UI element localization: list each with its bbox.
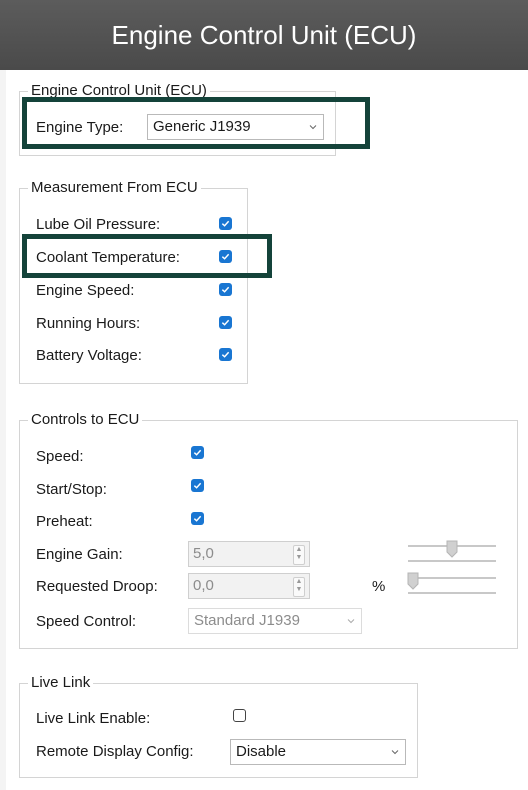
spin-up-icon[interactable]: ▲ <box>294 578 304 586</box>
remote-display-select[interactable]: Disable <box>230 739 406 765</box>
engine-gain-input[interactable]: 5,0 ▲ ▼ <box>188 541 310 567</box>
livelink-enable-checkbox[interactable] <box>233 709 246 722</box>
engine-gain-value: 5,0 <box>193 545 214 562</box>
check-icon <box>193 482 202 489</box>
engine-speed-checkbox[interactable] <box>219 283 232 296</box>
requested-droop-label: Requested Droop: <box>36 578 158 595</box>
check-icon <box>193 449 202 456</box>
engine-gain-spinner[interactable]: ▲ ▼ <box>293 545 305 565</box>
measurement-label-battery-voltage: Battery Voltage: <box>36 347 142 364</box>
speed-label: Speed: <box>36 448 84 465</box>
requested-droop-spinner[interactable]: ▲ ▼ <box>293 577 305 597</box>
requested-droop-slider-thumb <box>407 572 419 590</box>
battery-voltage-checkbox[interactable] <box>219 348 232 361</box>
window-title: Engine Control Unit (ECU) <box>111 19 417 50</box>
remote-display-value: Disable <box>236 743 287 760</box>
preheat-label: Preheat: <box>36 513 93 530</box>
speed-checkbox[interactable] <box>191 446 204 459</box>
preheat-checkbox[interactable] <box>191 512 204 525</box>
livelink-group-legend: Live Link <box>28 674 94 692</box>
speed-control-select[interactable]: Standard J1939 <box>188 608 362 634</box>
engine-gain-slider-thumb <box>446 540 458 558</box>
chevron-down-icon <box>347 619 355 624</box>
check-icon <box>221 319 230 326</box>
check-icon <box>221 351 230 358</box>
lube-oil-pressure-checkbox[interactable] <box>219 217 232 230</box>
coolant-temperature-highlight <box>22 234 272 278</box>
spin-down-icon[interactable]: ▼ <box>294 554 304 562</box>
speed-control-label: Speed Control: <box>36 613 137 630</box>
measurement-label-running-hours: Running Hours: <box>36 315 141 332</box>
chevron-down-icon <box>391 750 399 755</box>
measurement-label-lube-oil: Lube Oil Pressure: <box>36 216 161 233</box>
requested-droop-input[interactable]: 0,0 ▲ ▼ <box>188 573 310 599</box>
speed-control-value: Standard J1939 <box>194 612 300 629</box>
content-panel: Engine Control Unit (ECU) Engine Type: G… <box>6 70 528 790</box>
startstop-label: Start/Stop: <box>36 481 107 498</box>
livelink-enable-label: Live Link Enable: <box>36 710 151 727</box>
window-title-bar: Engine Control Unit (ECU) <box>0 0 528 70</box>
spin-down-icon[interactable]: ▼ <box>294 586 304 594</box>
check-icon <box>193 515 202 522</box>
startstop-checkbox[interactable] <box>191 479 204 492</box>
engine-type-highlight <box>22 97 370 149</box>
controls-group-legend: Controls to ECU <box>28 411 143 429</box>
measurement-group-legend: Measurement From ECU <box>28 179 201 197</box>
remote-display-label: Remote Display Config: <box>36 743 194 760</box>
requested-droop-slider[interactable] <box>406 570 498 600</box>
running-hours-checkbox[interactable] <box>219 316 232 329</box>
measurement-label-engine-speed: Engine Speed: <box>36 282 135 299</box>
check-icon <box>221 220 230 227</box>
spin-up-icon[interactable]: ▲ <box>294 546 304 554</box>
engine-gain-label: Engine Gain: <box>36 546 123 563</box>
engine-gain-slider[interactable] <box>406 538 498 568</box>
check-icon <box>221 286 230 293</box>
droop-unit: % <box>372 578 386 595</box>
requested-droop-value: 0,0 <box>193 577 214 594</box>
